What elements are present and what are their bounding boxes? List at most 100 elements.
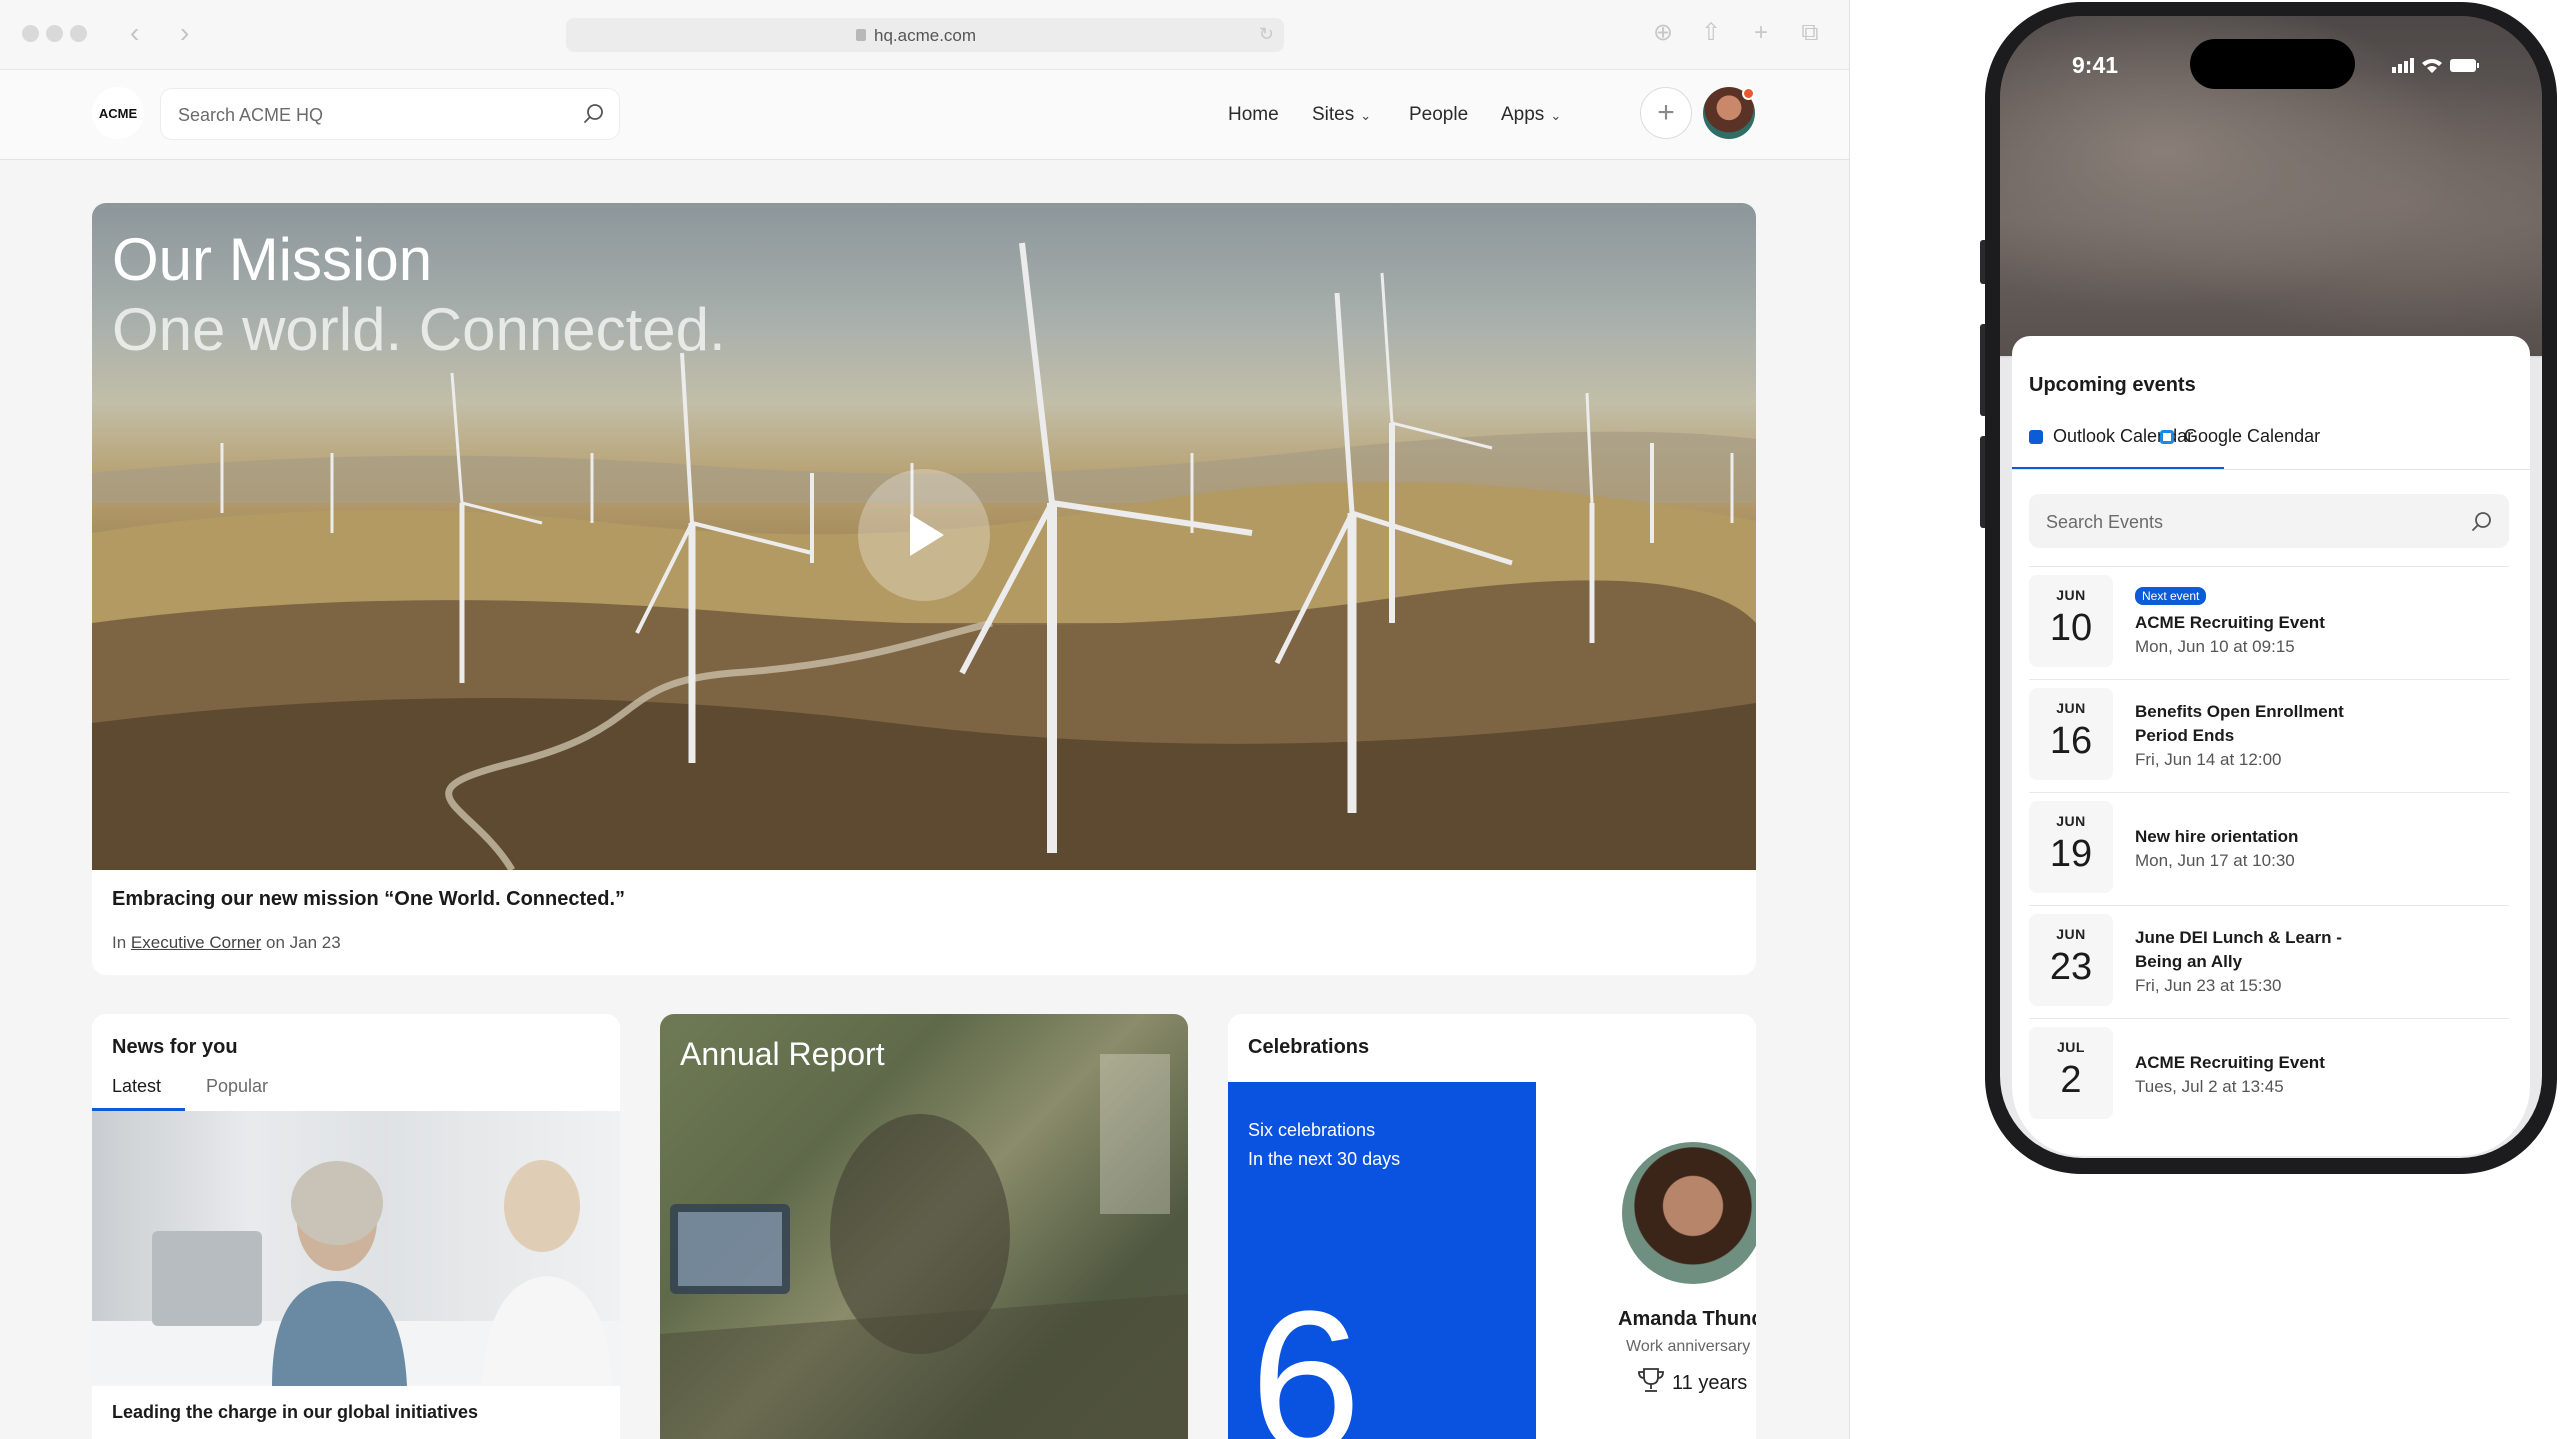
close-window-button[interactable] — [22, 25, 39, 42]
mission-hero-card[interactable]: Our Mission One world. Connected. Embrac… — [92, 203, 1756, 975]
event-item[interactable]: JUN 10 Next event ACME Recruiting Event M… — [2029, 566, 2509, 678]
notification-dot — [1742, 87, 1755, 100]
event-item[interactable]: JUN 16 Benefits Open Enrollment Period En… — [2029, 679, 2509, 791]
tab-divider — [2012, 469, 2530, 470]
nav-sites-label: Sites — [1312, 104, 1355, 125]
annual-report-card[interactable]: Annual Report — [660, 1014, 1188, 1439]
event-item[interactable]: JUL 2 ACME Recruiting Event Tues, Jul 2 a… — [2029, 1018, 2509, 1130]
browser-toolbar: ‹ › hq.acme.com ↻ ⊕ ⇧ + ⧉ — [0, 0, 1849, 70]
search-icon[interactable] — [581, 101, 607, 127]
address-url: hq.acme.com — [874, 26, 977, 45]
celebrations-count: 6 — [1250, 1270, 1362, 1439]
reload-icon[interactable]: ↻ — [1259, 24, 1274, 45]
maximize-window-button[interactable] — [70, 25, 87, 42]
event-title: Benefits Open Enrollment Period Ends — [2135, 702, 2344, 745]
news-card: News for you Latest Popular Leading the … — [92, 1014, 620, 1439]
nav-apps[interactable]: Apps ⌄ — [1501, 104, 1561, 126]
event-item[interactable]: JUN 23 June DEI Lunch & Learn - Being an … — [2029, 905, 2509, 1017]
celebration-years-text: 11 years — [1672, 1372, 1748, 1394]
dynamic-island — [2190, 39, 2355, 89]
event-day: 10 — [2049, 607, 2093, 649]
hero-meta-prefix: In — [112, 933, 131, 952]
event-time: Mon, Jun 17 at 10:30 — [2135, 851, 2295, 870]
search-events-placeholder: Search Events — [2046, 512, 2164, 532]
celebrations-summary: Six celebrations In the next 30 days — [1248, 1120, 1401, 1169]
chevron-down-icon: ⌄ — [1360, 108, 1372, 123]
celebrant-avatar[interactable] — [1622, 1142, 1756, 1284]
event-month: JUL — [2057, 1039, 2085, 1055]
search-placeholder: Search ACME HQ — [178, 105, 324, 125]
status-bar-time: 9:41 — [2072, 52, 2119, 78]
browser-window: ‹ › hq.acme.com ↻ ⊕ ⇧ + ⧉ ACME Search AC… — [0, 0, 1850, 1439]
upcoming-events-title: Upcoming events — [2029, 374, 2196, 396]
tab-latest[interactable]: Latest — [112, 1076, 161, 1097]
event-day: 19 — [2049, 833, 2093, 875]
tab-google-calendar[interactable]: Google Calendar — [2160, 426, 2320, 447]
event-details: ACME Recruiting Event Tues, Jul 2 at 13:… — [2135, 1019, 2505, 1131]
play-button[interactable] — [858, 469, 990, 601]
event-item[interactable]: JUN 19 New hire orientation Mon, Jun 17 a… — [2029, 792, 2509, 904]
event-date: JUN 10 — [2029, 575, 2113, 667]
event-month: JUN — [2056, 813, 2086, 829]
event-details: Next event ACME Recruiting Event Mon, Ju… — [2135, 567, 2505, 679]
event-details: New hire orientation Mon, Jun 17 at 10:3… — [2135, 793, 2505, 905]
share-icon[interactable]: ⇧ — [1698, 20, 1724, 46]
event-day: 2 — [2060, 1059, 2082, 1101]
new-tab-icon[interactable]: + — [1748, 20, 1774, 46]
event-day: 16 — [2049, 720, 2093, 762]
event-month: JUN — [2056, 926, 2086, 942]
user-avatar[interactable] — [1703, 87, 1755, 139]
event-time: Tues, Jul 2 at 13:45 — [2135, 1077, 2284, 1096]
event-details: June DEI Lunch & Learn - Being an Ally F… — [2135, 906, 2505, 1018]
plus-icon: + — [1657, 96, 1675, 129]
phone-screen: 9:41 Upcoming events Outlook Calendar Go… — [2000, 16, 2542, 1158]
tab-overview-icon[interactable]: ⧉ — [1797, 20, 1823, 46]
event-time: Fri, Jun 14 at 12:00 — [2135, 750, 2282, 769]
upcoming-events-sheet: Upcoming events Outlook Calendar Google … — [2012, 336, 2530, 1156]
news-image[interactable] — [92, 1111, 620, 1386]
hero-video[interactable]: Our Mission One world. Connected. — [92, 203, 1756, 870]
next-event-badge: Next event — [2135, 587, 2207, 605]
tab-popular[interactable]: Popular — [206, 1076, 268, 1097]
event-month: JUN — [2056, 700, 2086, 716]
celebrations-summary-panel: Six celebrations In the next 30 days 6 — [1228, 1082, 1536, 1439]
event-date: JUN 19 — [2029, 801, 2113, 893]
nav-sites[interactable]: Sites ⌄ — [1312, 104, 1371, 126]
news-headline[interactable]: Leading the charge in our global initiat… — [112, 1402, 478, 1423]
event-month: JUN — [2056, 587, 2086, 603]
back-arrow-icon[interactable]: ‹ — [130, 18, 139, 48]
event-date: JUN 23 — [2029, 914, 2113, 1006]
event-title: ACME Recruiting Event — [2135, 1053, 2325, 1072]
celebration-years: 11 years — [1636, 1366, 1747, 1395]
nav-apps-label: Apps — [1501, 104, 1545, 125]
play-icon — [910, 514, 944, 556]
search-events-input[interactable]: Search Events — [2029, 494, 2509, 548]
executive-corner-link[interactable]: Executive Corner — [131, 933, 261, 952]
lock-icon — [856, 29, 866, 41]
tab-google-label: Google Calendar — [2184, 426, 2321, 446]
forward-arrow-icon[interactable]: › — [180, 18, 189, 48]
acme-logo[interactable]: ACME — [92, 87, 144, 139]
trophy-icon — [1638, 1368, 1664, 1392]
nav-home[interactable]: Home — [1228, 104, 1279, 126]
address-bar[interactable]: hq.acme.com ↻ — [566, 18, 1284, 52]
event-date: JUN 16 — [2029, 688, 2113, 780]
add-button[interactable]: + — [1640, 87, 1692, 139]
news-title: News for you — [112, 1036, 238, 1058]
minimize-window-button[interactable] — [46, 25, 63, 42]
meeting-photo — [92, 1160, 620, 1386]
search-input[interactable]: Search ACME HQ — [160, 88, 620, 140]
event-title: New hire orientation — [2135, 827, 2299, 846]
event-date: JUL 2 — [2029, 1027, 2113, 1119]
annual-report-photo — [660, 1054, 1188, 1439]
google-calendar-icon — [2160, 429, 2174, 444]
nav-people[interactable]: People — [1409, 104, 1468, 126]
celebrant-name[interactable]: Amanda Thunder — [1618, 1308, 1756, 1331]
event-title: June DEI Lunch & Learn - Being an Ally — [2135, 928, 2342, 971]
search-icon[interactable] — [2469, 509, 2495, 535]
outlook-icon — [2029, 429, 2043, 444]
hero-meta-date: on Jan 23 — [261, 933, 341, 952]
download-icon[interactable]: ⊕ — [1650, 20, 1676, 46]
hero-caption[interactable]: Embracing our new mission “One World. Co… — [112, 888, 625, 911]
celebrations-card: Celebrations Six celebrations In the nex… — [1228, 1014, 1756, 1439]
